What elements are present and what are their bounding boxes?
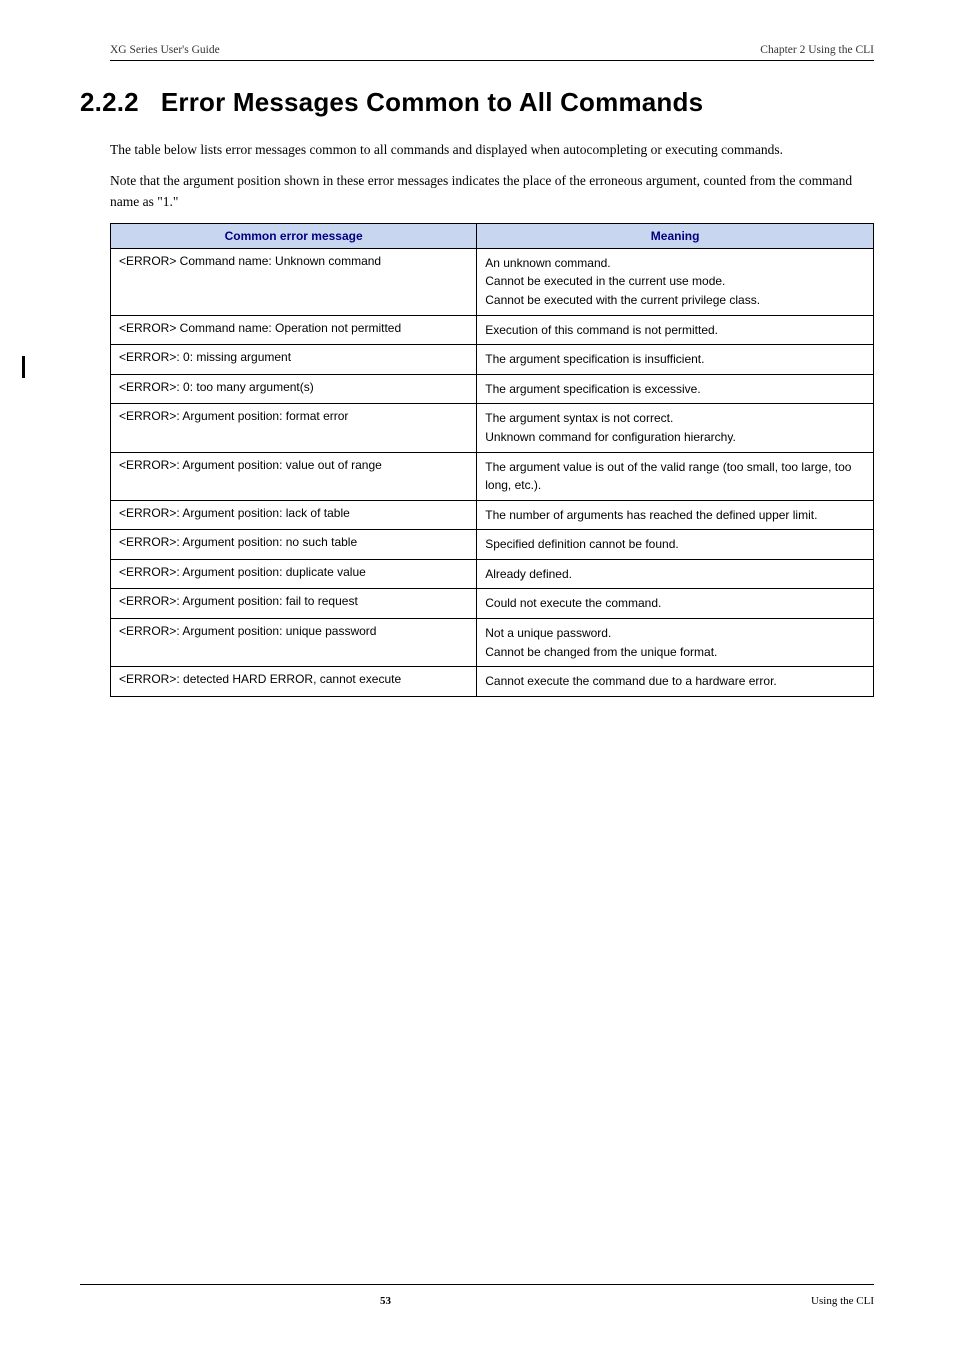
cell-msg: <ERROR> Command name: Unknown command [111,248,477,315]
cell-msg: <ERROR>: Argument position: value out of… [111,452,477,500]
running-header: XG Series User's Guide Chapter 2 Using t… [110,44,874,61]
meaning-line: Specified definition cannot be found. [485,535,865,554]
page-number: 53 [80,1295,391,1307]
cell-meaning: Not a unique password. Cannot be changed… [477,619,874,667]
error-table: Common error message Meaning <ERROR> Com… [110,223,874,697]
table-row: <ERROR>: 0: too many argument(s) The arg… [111,374,874,404]
cell-msg: <ERROR>: Argument position: unique passw… [111,619,477,667]
meaning-line: Cannot execute the command due to a hard… [485,672,865,691]
table-row: <ERROR>: detected HARD ERROR, cannot exe… [111,667,874,697]
meaning-line: Cannot be executed in the current use mo… [485,272,865,291]
meaning-line: The argument syntax is not correct. [485,409,865,428]
meaning-line: Unknown command for configuration hierar… [485,428,865,447]
cell-msg: <ERROR>: 0: too many argument(s) [111,374,477,404]
cell-msg: <ERROR>: 0: missing argument [111,345,477,375]
cell-msg: <ERROR>: detected HARD ERROR, cannot exe… [111,667,477,697]
cell-meaning: The argument value is out of the valid r… [477,452,874,500]
table-row: <ERROR>: Argument position: unique passw… [111,619,874,667]
cell-meaning: Already defined. [477,559,874,589]
cell-meaning: The number of arguments has reached the … [477,500,874,530]
error-table-wrap: Common error message Meaning <ERROR> Com… [110,223,874,697]
section-title-text: Error Messages Common to All Commands [161,87,703,117]
cell-msg: <ERROR>: Argument position: format error [111,404,477,452]
cell-meaning: The argument specification is insufficie… [477,345,874,375]
paragraph-2: Note that the argument position shown in… [110,171,874,213]
cell-meaning: Could not execute the command. [477,589,874,619]
cell-msg: <ERROR>: Argument position: duplicate va… [111,559,477,589]
meaning-line: Not a unique password. [485,624,865,643]
table-header-row: Common error message Meaning [111,223,874,248]
table-row: <ERROR> Command name: Unknown command An… [111,248,874,315]
cell-msg: <ERROR>: Argument position: no such tabl… [111,530,477,560]
meaning-line: The argument value is out of the valid r… [485,458,865,495]
table-row: <ERROR>: Argument position: format error… [111,404,874,452]
cell-meaning: An unknown command. Cannot be executed i… [477,248,874,315]
table-row: <ERROR>: Argument position: lack of tabl… [111,500,874,530]
meaning-line: Cannot be executed with the current priv… [485,291,865,310]
section-number: 2.2.2 [80,87,139,117]
meaning-line: Could not execute the command. [485,594,865,613]
change-bar [22,356,25,378]
table-row: <ERROR>: 0: missing argument The argumen… [111,345,874,375]
footer-rule [80,1284,874,1285]
paragraph-1: The table below lists error messages com… [110,140,874,161]
header-left: XG Series User's Guide [110,44,220,56]
cell-msg: <ERROR> Command name: Operation not perm… [111,315,477,345]
cell-meaning: Execution of this command is not permitt… [477,315,874,345]
col-header-meaning: Meaning [477,223,874,248]
meaning-line: The argument specification is insufficie… [485,350,865,369]
page-content: XG Series User's Guide Chapter 2 Using t… [0,0,954,697]
meaning-line: An unknown command. [485,254,865,273]
table-row: <ERROR>: Argument position: fail to requ… [111,589,874,619]
section-title: 2.2.2 Error Messages Common to All Comman… [80,87,874,118]
cell-meaning: Specified definition cannot be found. [477,530,874,560]
meaning-line: Already defined. [485,565,865,584]
table-row: <ERROR>: Argument position: duplicate va… [111,559,874,589]
footer-right: Using the CLI [811,1295,874,1307]
footer-row: 53 Using the CLI [80,1295,874,1307]
table-row: <ERROR> Command name: Operation not perm… [111,315,874,345]
cell-meaning: Cannot execute the command due to a hard… [477,667,874,697]
meaning-line: The argument specification is excessive. [485,380,865,399]
table-row: <ERROR>: Argument position: value out of… [111,452,874,500]
meaning-line: Execution of this command is not permitt… [485,321,865,340]
header-right: Chapter 2 Using the CLI [760,44,874,56]
table-row: <ERROR>: Argument position: no such tabl… [111,530,874,560]
cell-meaning: The argument syntax is not correct. Unkn… [477,404,874,452]
cell-msg: <ERROR>: Argument position: lack of tabl… [111,500,477,530]
footer: 53 Using the CLI [0,1284,954,1307]
meaning-line: The number of arguments has reached the … [485,506,865,525]
cell-msg: <ERROR>: Argument position: fail to requ… [111,589,477,619]
cell-meaning: The argument specification is excessive. [477,374,874,404]
col-header-message: Common error message [111,223,477,248]
meaning-line: Cannot be changed from the unique format… [485,643,865,662]
